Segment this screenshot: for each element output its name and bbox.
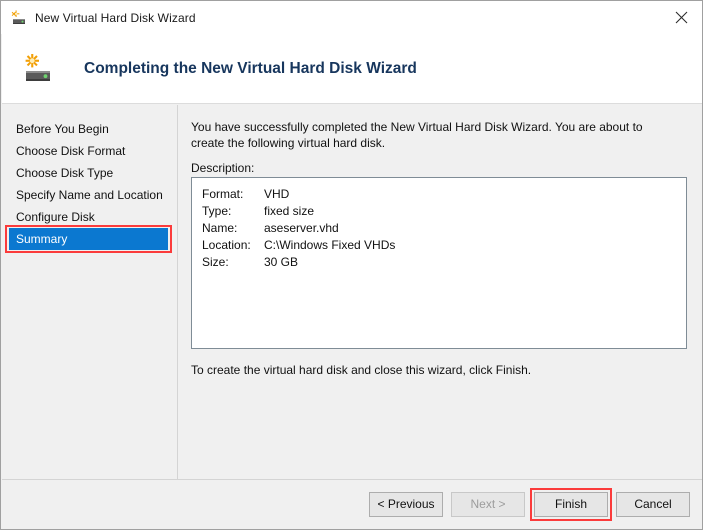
description-key: Name: (202, 221, 238, 235)
sidebar-item-label: Configure Disk (16, 210, 95, 224)
summary-outro-text: To create the virtual hard disk and clos… (191, 363, 532, 377)
description-key: Size: (202, 255, 229, 269)
finish-button[interactable]: Finish (534, 492, 608, 517)
summary-intro-text: You have successfully completed the New … (191, 120, 643, 150)
sidebar-item-choose-disk-type[interactable]: Choose Disk Type (2, 162, 178, 184)
title-bar: New Virtual Hard Disk Wizard (1, 1, 702, 34)
new-virtual-hard-disk-wizard-window: New Virtual Hard Disk Wizard Completing … (0, 0, 703, 530)
sidebar-item-choose-disk-format[interactable]: Choose Disk Format (2, 140, 178, 162)
wizard-body: Before You Begin Choose Disk Format Choo… (2, 105, 702, 479)
close-icon[interactable] (659, 1, 702, 33)
sidebar-item-configure-disk[interactable]: Configure Disk (2, 206, 178, 228)
description-rows: Format: VHD Type: fixed size Name: asese… (192, 178, 686, 271)
virtual-hard-disk-icon (11, 9, 27, 26)
sidebar-item-summary[interactable]: Summary (5, 225, 172, 253)
window-title: New Virtual Hard Disk Wizard (35, 10, 196, 25)
description-value: C:\Windows Fixed VHDs (264, 238, 396, 252)
description-key: Location: (202, 238, 251, 252)
previous-button[interactable]: < Previous (369, 492, 443, 517)
sidebar-item-label: Choose Disk Format (16, 144, 126, 158)
sidebar-item-label: Summary (16, 232, 68, 246)
sidebar-item-before-you-begin[interactable]: Before You Begin (2, 118, 178, 140)
description-value: VHD (264, 187, 290, 201)
description-row: Type: fixed size (202, 203, 686, 220)
description-value: fixed size (264, 204, 315, 218)
wizard-steps-list: Before You Begin Choose Disk Format Choo… (2, 118, 178, 253)
sidebar-item-label: Choose Disk Type (16, 166, 114, 180)
virtual-hard-disk-icon (22, 53, 54, 85)
cancel-button[interactable]: Cancel (616, 492, 690, 517)
next-button: Next > (451, 492, 525, 517)
description-box: Format: VHD Type: fixed size Name: asese… (191, 177, 687, 349)
description-row: Size: 30 GB (202, 254, 686, 271)
description-key: Format: (202, 187, 244, 201)
description-key: Type: (202, 204, 232, 218)
sidebar-item-label: Specify Name and Location (16, 188, 163, 202)
page-title: Completing the New Virtual Hard Disk Wiz… (84, 59, 417, 77)
description-value: 30 GB (264, 255, 299, 269)
wizard-content: You have successfully completed the New … (179, 105, 702, 479)
wizard-header: Completing the New Virtual Hard Disk Wiz… (2, 34, 702, 104)
description-label: Description: (191, 161, 255, 175)
description-value: aseserver.vhd (264, 221, 339, 235)
wizard-footer: < Previous Next > Finish Cancel (2, 479, 702, 529)
sidebar-item-specify-name-and-location[interactable]: Specify Name and Location (2, 184, 178, 206)
sidebar-item-label: Before You Begin (16, 122, 109, 136)
description-row: Name: aseserver.vhd (202, 220, 686, 237)
description-row: Location: C:\Windows Fixed VHDs (202, 237, 686, 254)
wizard-steps-nav: Before You Begin Choose Disk Format Choo… (2, 105, 178, 479)
description-row: Format: VHD (202, 186, 686, 203)
